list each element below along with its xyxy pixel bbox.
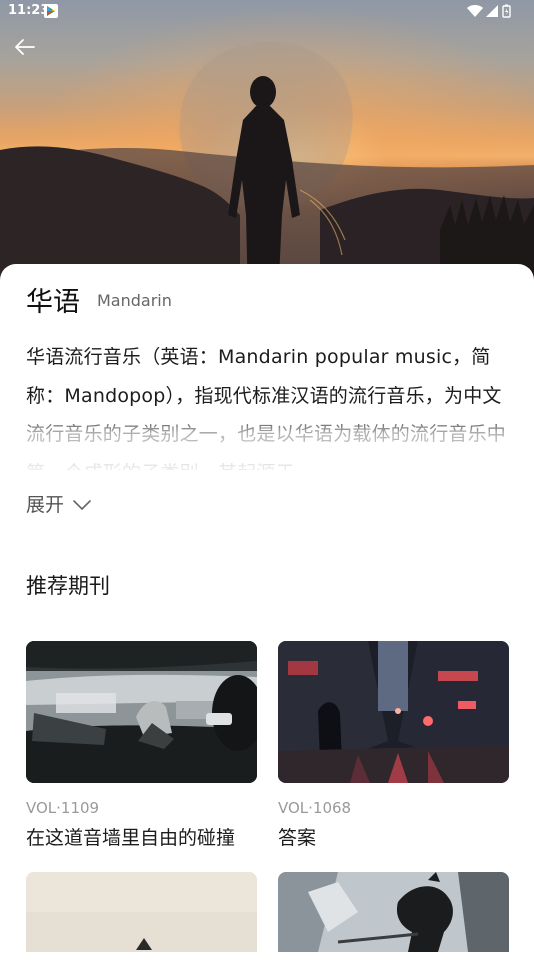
card-title: 答案 [278, 827, 317, 849]
expand-label: 展开 [26, 494, 65, 516]
section-title-recommended: 推荐期刊 [26, 574, 110, 598]
card-volume: VOL·1109 [26, 799, 100, 817]
expand-button[interactable]: 展开 [26, 491, 92, 519]
signal-icon [486, 5, 498, 17]
genre-subtitle: Mandarin [97, 291, 172, 310]
play-store-icon [44, 4, 58, 18]
status-bar: 11:23 [0, 0, 534, 24]
card-cover-image [26, 872, 257, 952]
genre-description: 华语流行音乐（英语：Mandarin popular music，简称：Mand… [26, 346, 507, 470]
periodical-card[interactable] [26, 872, 257, 952]
genre-title: 华语 [26, 287, 80, 318]
back-button[interactable] [10, 32, 40, 62]
status-icons [466, 4, 512, 18]
battery-icon [502, 4, 511, 18]
periodical-card[interactable]: VOL·1109 在这道音墙里自由的碰撞 [26, 641, 257, 849]
hero-image [0, 0, 534, 300]
card-cover-image [26, 641, 257, 783]
periodical-card[interactable] [278, 872, 509, 952]
periodical-card[interactable]: VOL·1068 答案 [278, 641, 509, 849]
arrow-left-icon [15, 39, 35, 55]
chevron-down-icon [73, 500, 91, 510]
card-volume: VOL·1068 [278, 799, 352, 817]
card-cover-image [278, 872, 509, 952]
card-cover-image [278, 641, 509, 783]
wifi-icon [467, 5, 483, 17]
card-title: 在这道音墙里自由的碰撞 [26, 827, 236, 849]
